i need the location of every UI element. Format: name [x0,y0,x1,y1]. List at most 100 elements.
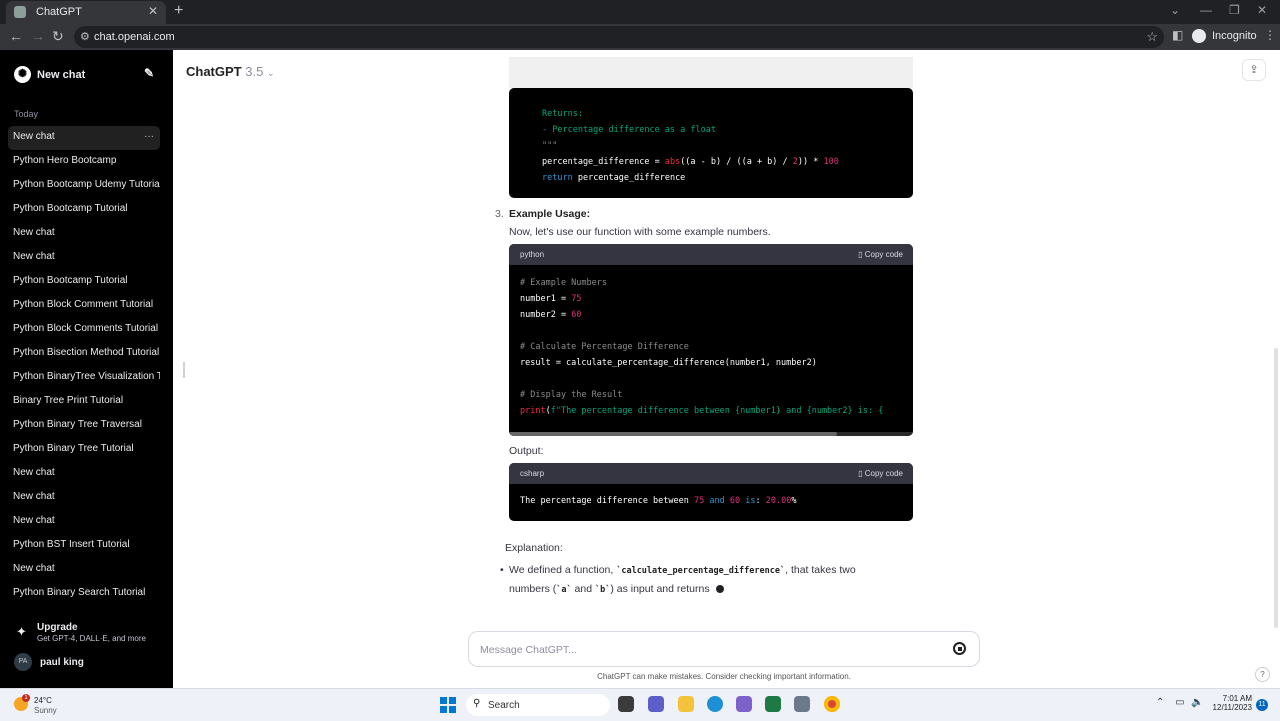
copy-code-button[interactable]: ▯ Copy code [858,250,903,259]
app-icon[interactable] [736,696,752,712]
chat-history-item[interactable]: Python Binary Search Tutorial [8,582,160,606]
code-block-function: Returns: - Percentage difference as a fl… [509,88,913,198]
chat-history-item[interactable]: Python BinaryTree Visualization T [8,366,160,390]
explanation-label: Explanation: [505,542,563,554]
browser-tab[interactable]: ChatGPT ✕ [6,1,166,24]
more-options-icon[interactable]: ··· [144,126,154,148]
chat-history-item[interactable]: New chat [8,246,160,270]
menu-kebab-icon[interactable]: ⋮ [1264,28,1276,42]
close-window-icon[interactable]: ✕ [1257,3,1267,17]
chat-history-label: New chat [13,491,55,502]
notification-badge[interactable]: 11 [1256,699,1268,711]
chat-history-label: Python Binary Tree Tutorial [13,443,134,454]
task-view-icon[interactable] [618,696,634,712]
chat-history-item[interactable]: Python Bootcamp Tutorial [8,198,160,222]
step-text: Now, let's use our function with some ex… [509,226,771,238]
chat-history-item[interactable]: Python Binary Tree Tutorial [8,438,160,462]
minimize-icon[interactable]: — [1200,3,1212,17]
inline-code: `b` [594,585,611,595]
file-explorer-icon[interactable] [678,696,694,712]
taskbar-search[interactable]: ⚲ Search [466,694,610,716]
code-content: The percentage difference between 75 and… [520,496,797,506]
chat-history-label: Python Hero Bootcamp [13,155,117,166]
chat-history-list: New chat ··· Python Hero Bootcamp Python Bo… [8,126,160,606]
search-icon: ⚲ [473,698,481,709]
excel-icon[interactable] [765,696,781,712]
start-button[interactable] [440,697,456,713]
chat-history-item[interactable]: Python Bootcamp Tutorial [8,270,160,294]
chat-history-item[interactable]: Python BST Insert Tutorial [8,534,160,558]
teams-chat-icon[interactable] [648,696,664,712]
chrome-icon[interactable] [824,696,840,712]
weather-badge: 1 [22,694,30,702]
code-line: - Percentage difference as a float [542,125,716,135]
explanation-bullet-line2: numbers (`a` and `b`) as input and retur… [509,583,724,595]
forward-icon[interactable]: → [31,28,45,44]
chat-history-item[interactable]: Python Bisection Method Tutorial [8,342,160,366]
chat-history-label: Python BST Insert Tutorial [13,539,130,550]
url-text[interactable]: chat.openai.com [94,31,175,43]
sparkle-icon: ✦ [16,624,27,639]
output-label: Output: [509,445,544,457]
new-chat-label: New chat [37,69,86,81]
avatar: PA [14,653,32,671]
code-block-header-partial [509,57,913,88]
model-selector[interactable]: ChatGPT 3.5 ⌄ [186,64,275,79]
new-chat-header[interactable]: ✺ New chat ✎ [14,66,160,84]
sidebar-resize-handle[interactable] [183,362,185,378]
clock[interactable]: 7:01 AM 12/11/2023 [1208,694,1252,712]
copy-code-button[interactable]: ▯ Copy code [858,469,903,478]
chat-history-item[interactable]: New chat [8,462,160,486]
address-bar[interactable]: ⚙ chat.openai.com ☆ [74,26,1164,48]
edge-icon[interactable] [707,696,723,712]
chat-history-item[interactable]: Python Hero Bootcamp [8,150,160,174]
chat-history-item[interactable]: New chat [8,558,160,582]
chat-history-item[interactable]: Python Bootcamp Udemy Tutorial [8,174,160,198]
text: , that takes two [785,564,856,576]
volume-icon[interactable]: 🔈 [1191,697,1203,708]
chat-history-item[interactable]: Python Block Comments Tutorial [8,318,160,342]
chat-history-item[interactable]: Python Block Comment Tutorial [8,294,160,318]
system-tray[interactable]: ⌃ ▭ 🔈 [1156,697,1204,708]
chat-history-item[interactable]: New chat ··· [8,126,160,150]
chat-history-item[interactable]: New chat [8,486,160,510]
code-header: python ▯ Copy code [509,244,913,265]
chat-history-label: New chat [13,563,55,574]
reload-icon[interactable]: ↻ [52,28,64,45]
app-icon[interactable] [794,696,810,712]
side-panel-icon[interactable]: ◧ [1172,28,1183,42]
new-tab-icon[interactable]: + [174,2,183,20]
sidebar: ✺ New chat ✎ Today New chat ··· Python Her… [0,50,173,688]
chevron-up-icon[interactable]: ⌃ [1156,697,1164,708]
bookmark-star-icon[interactable]: ☆ [1146,29,1158,45]
explanation-bullet-line1: We defined a function, `calculate_percen… [509,564,856,576]
help-button[interactable]: ? [1255,667,1270,682]
scrollbar[interactable] [1274,348,1278,628]
site-info-icon[interactable]: ⚙ [80,30,90,43]
chat-history-item[interactable]: Binary Tree Print Tutorial [8,390,160,414]
chat-history-label: Python Binary Search Tutorial [13,587,146,598]
message-composer[interactable]: Message ChatGPT... [468,631,980,667]
message-input[interactable]: Message ChatGPT... [480,644,577,656]
code-content: # Example Numbers number1 = 75 number2 =… [520,278,884,416]
compose-icon[interactable]: ✎ [144,66,154,80]
section-today: Today [14,109,39,119]
back-icon[interactable]: ← [9,28,23,44]
incognito-indicator[interactable]: Incognito [1192,29,1257,43]
scrollbar-thumb[interactable] [509,432,837,436]
chatgpt-favicon-icon [14,6,26,18]
chat-history-item[interactable]: New chat [8,510,160,534]
chat-history-item[interactable]: New chat [8,222,160,246]
network-icon[interactable]: ▭ [1175,697,1184,708]
share-button[interactable]: ⇪ [1242,59,1266,81]
chat-history-item[interactable]: Python Binary Tree Traversal [8,414,160,438]
code-horizontal-scrollbar[interactable] [509,432,913,436]
chat-main: ChatGPT 3.5 ⌄ ⇪ Returns: - Percentage di… [173,50,1280,688]
close-tab-icon[interactable]: ✕ [148,4,158,18]
clipboard-icon: ▯ [858,469,863,478]
stop-generating-icon[interactable] [953,642,966,655]
copy-label: Copy code [864,469,903,478]
tab-title: ChatGPT [36,6,82,18]
chevron-down-icon[interactable]: ⌄ [1170,3,1180,17]
restore-icon[interactable]: ❐ [1229,3,1240,17]
